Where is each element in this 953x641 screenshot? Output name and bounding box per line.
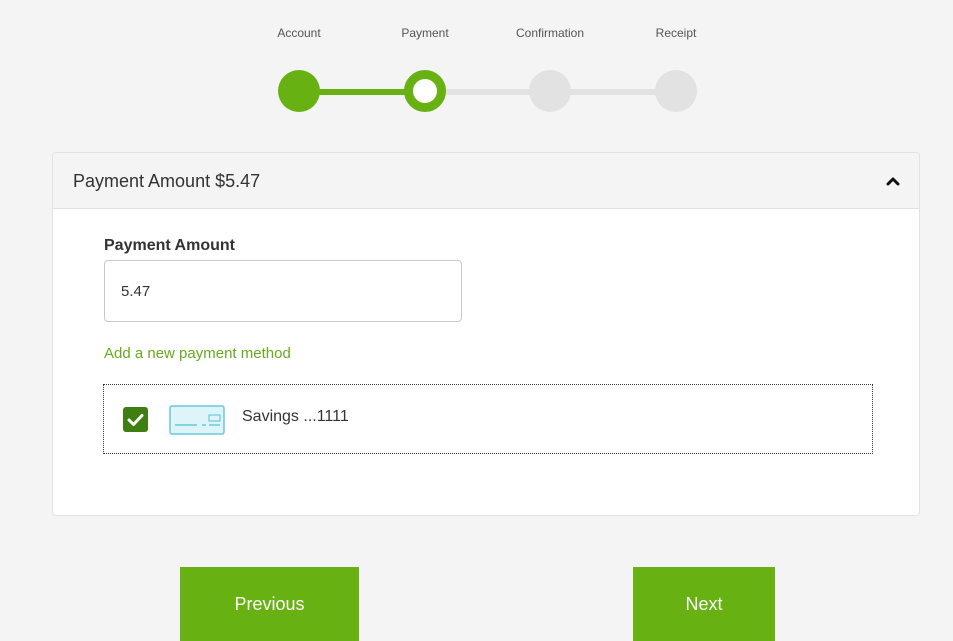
payment-amount-input[interactable] (104, 260, 462, 322)
panel-header[interactable]: Payment Amount $5.47 (53, 153, 919, 209)
step-label-receipt: Receipt (655, 26, 697, 40)
checkbox-checked-icon[interactable] (123, 407, 148, 432)
bank-check-icon (169, 405, 225, 435)
payment-page: Account Payment Confirmation Receipt Pay… (0, 0, 953, 641)
previous-button[interactable]: Previous (180, 567, 359, 641)
payment-method-option[interactable]: Savings ...1111 (103, 384, 873, 454)
panel-title: Payment Amount $5.47 (73, 171, 261, 191)
step-marker-receipt (655, 70, 697, 112)
chevron-up-icon[interactable] (881, 169, 905, 193)
add-payment-method-link[interactable]: Add a new payment method (104, 345, 291, 362)
payment-amount-panel: Payment Amount $5.47 Payment Amount Add … (52, 152, 920, 516)
step-label-payment: Payment (401, 26, 449, 40)
payment-amount-label: Payment Amount (104, 237, 235, 254)
step-marker-confirmation (529, 70, 571, 112)
step-label-confirmation: Confirmation (515, 26, 585, 40)
payment-method-label: Savings ...1111 (242, 408, 349, 425)
step-marker-account (278, 70, 320, 112)
step-marker-payment (404, 70, 446, 112)
next-button[interactable]: Next (633, 567, 775, 641)
progress-stepper: Account Payment Confirmation Receipt (0, 0, 953, 130)
step-label-account: Account (277, 26, 321, 40)
